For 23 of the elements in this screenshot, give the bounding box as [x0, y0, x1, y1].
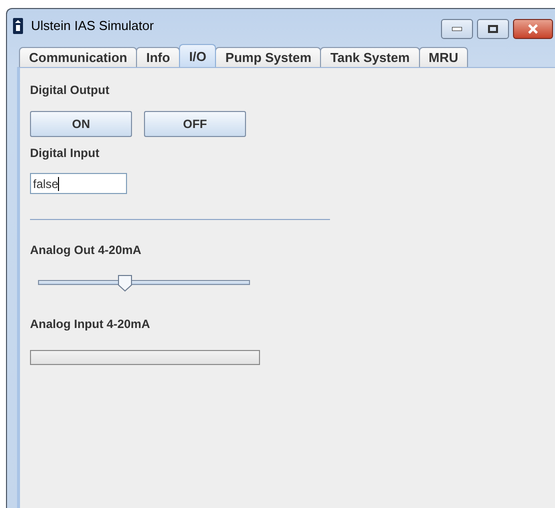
- tab[interactable]: Tank System: [320, 47, 420, 67]
- tab[interactable]: MRU: [418, 47, 468, 67]
- toggle-button[interactable]: OFF: [144, 111, 246, 137]
- input-field[interactable]: false: [30, 173, 127, 194]
- maximize-icon: [488, 25, 498, 33]
- minimize-button[interactable]: [441, 19, 473, 39]
- section-label: Digital Output: [30, 82, 110, 98]
- tab[interactable]: Pump System: [215, 47, 322, 67]
- window-title: Ulstein IAS Simulator: [31, 18, 155, 33]
- section-label: Digital Input: [30, 145, 100, 161]
- tab[interactable]: Info: [136, 47, 180, 67]
- minimize-icon: [452, 27, 462, 31]
- tab[interactable]: I/O: [179, 44, 216, 67]
- close-button[interactable]: [513, 19, 553, 39]
- app-icon: [13, 18, 23, 34]
- slider[interactable]: [38, 274, 250, 292]
- section-label: Analog Out 4-20mA: [30, 242, 142, 258]
- slider-thumb[interactable]: [116, 274, 133, 292]
- close-icon: [527, 24, 539, 34]
- maximize-button[interactable]: [477, 19, 509, 39]
- toggle-button[interactable]: ON: [30, 111, 132, 137]
- tab[interactable]: Communication: [19, 47, 138, 67]
- section-label: Analog Input 4-20mA: [30, 316, 152, 332]
